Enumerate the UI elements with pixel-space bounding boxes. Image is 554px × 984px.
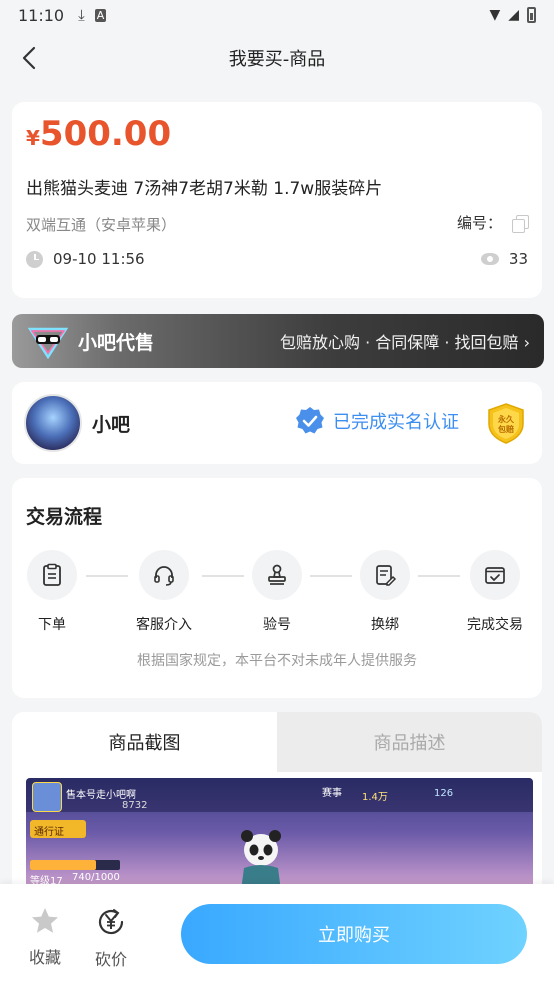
step-connector <box>310 575 352 577</box>
product-screenshot-image[interactable]: 售本号走小吧啊 8732 赛事 1.4万 126 通行证 等级17 740/10… <box>26 778 533 898</box>
product-code: 编号： <box>456 212 529 233</box>
svg-text:包赔: 包赔 <box>497 424 514 434</box>
headset-icon <box>154 566 174 586</box>
game-coins: 8732 <box>122 800 148 811</box>
seller-card[interactable]: 小吧 已完成实名认证 永久 包赔 <box>12 382 542 464</box>
tab-screenshots[interactable]: 商品截图 <box>12 712 277 772</box>
clock-icon <box>26 250 43 268</box>
avatar[interactable] <box>24 394 82 452</box>
code-label: 编号： <box>456 214 502 232</box>
flow-step-rebind: 换绑 <box>350 550 420 634</box>
platform-text: 双端互通（安卓苹果） <box>26 216 177 234</box>
tab-description[interactable]: 商品描述 <box>277 712 542 772</box>
order-icon <box>43 563 61 586</box>
star-icon <box>32 908 58 933</box>
flow-step-order: 下单 <box>17 550 87 634</box>
download-icon: ⤓ <box>78 6 85 24</box>
step-connector <box>202 575 244 577</box>
price: ¥500.00 <box>26 114 171 154</box>
verified-status: 已完成实名认证 <box>295 406 459 436</box>
price-amount: 500.00 <box>39 114 172 154</box>
product-title: 出熊猫头麦迪 7汤神7老胡7米勒 1.7w服装碎片 <box>26 179 383 199</box>
verified-shield-icon <box>296 407 324 434</box>
bargain-yen-icon <box>98 909 124 935</box>
bottom-action-bar: 收藏 砍价 立即购买 <box>0 884 554 984</box>
product-info-card: ¥500.00 出熊猫头麦迪 7汤神7老胡7米勒 1.7w服装碎片 双端互通（安… <box>12 102 542 298</box>
document-edit-icon <box>376 565 397 586</box>
signal-icon: ◢ <box>508 7 519 23</box>
step-label: 客服介入 <box>136 617 192 633</box>
buy-now-button[interactable]: 立即购买 <box>181 904 527 964</box>
currency-symbol: ¥ <box>26 126 40 150</box>
banner-slogan: 包赔放心购 · 合同保障 · 找回包赔 › <box>279 333 530 352</box>
game-seller-tag: 售本号走小吧啊 <box>66 790 136 801</box>
favorite-label: 收藏 <box>28 948 61 967</box>
step-connector <box>86 575 128 577</box>
status-bar: 11:10 ⤓ A ▼ ◢ <box>0 0 554 30</box>
game-progress-fill <box>30 860 96 870</box>
flow-step-complete: 完成交易 <box>460 550 530 634</box>
flow-step-service: 客服介入 <box>129 550 199 634</box>
game-gold: 1.4万 <box>362 792 388 803</box>
publish-time: 09-10 11:56 <box>26 250 145 268</box>
status-time: 11:10 <box>18 5 65 25</box>
xiaoba-logo-icon <box>27 327 69 359</box>
step-label: 下单 <box>38 617 66 633</box>
guarantee-banner[interactable]: 小吧代售 包赔放心购 · 合同保障 · 找回包赔 › <box>12 314 544 368</box>
bargain-button[interactable]: 砍价 <box>86 906 136 970</box>
seller-name: 小吧 <box>92 414 131 436</box>
minor-notice: 根据国家规定，本平台不对未成年人提供服务 <box>137 653 417 669</box>
verified-text: 已完成实名认证 <box>333 412 459 433</box>
wifi-icon: ▼ <box>489 7 501 23</box>
step-label: 验号 <box>263 617 291 633</box>
bargain-label: 砍价 <box>94 950 127 969</box>
a-icon: A <box>94 8 107 22</box>
battery-icon <box>527 7 536 23</box>
view-count-text: 33 <box>508 250 528 268</box>
banner-brand: 小吧代售 <box>78 331 155 354</box>
flow-title: 交易流程 <box>26 506 103 528</box>
publish-time-text: 09-10 11:56 <box>53 250 145 268</box>
step-label: 完成交易 <box>467 617 523 633</box>
trade-flow-card: 交易流程 下单 客服介入 验号 换绑 完成交易 根据国家规定，本平台不对未成年人… <box>12 478 542 698</box>
nav-bar: 我要买-商品 <box>0 30 554 86</box>
copy-icon[interactable] <box>512 214 529 233</box>
view-count: 33 <box>480 250 528 268</box>
game-match: 赛事 <box>322 788 342 799</box>
step-label: 换绑 <box>371 617 399 633</box>
game-avatar <box>32 782 62 812</box>
game-progress: 740/1000 <box>72 872 120 883</box>
back-arrow-icon[interactable] <box>18 44 42 72</box>
stamp-icon <box>268 564 286 585</box>
svg-text:永久: 永久 <box>497 414 515 424</box>
favorite-button[interactable]: 收藏 <box>22 906 68 968</box>
step-connector <box>418 575 460 577</box>
guarantee-badge-icon: 永久 包赔 <box>488 403 524 444</box>
game-pass: 通行证 <box>34 827 64 838</box>
eye-icon <box>480 253 499 265</box>
game-diamond: 126 <box>434 788 454 799</box>
check-box-icon <box>485 567 505 584</box>
page-title: 我要买-商品 <box>228 49 326 70</box>
flow-step-verify: 验号 <box>242 550 312 634</box>
